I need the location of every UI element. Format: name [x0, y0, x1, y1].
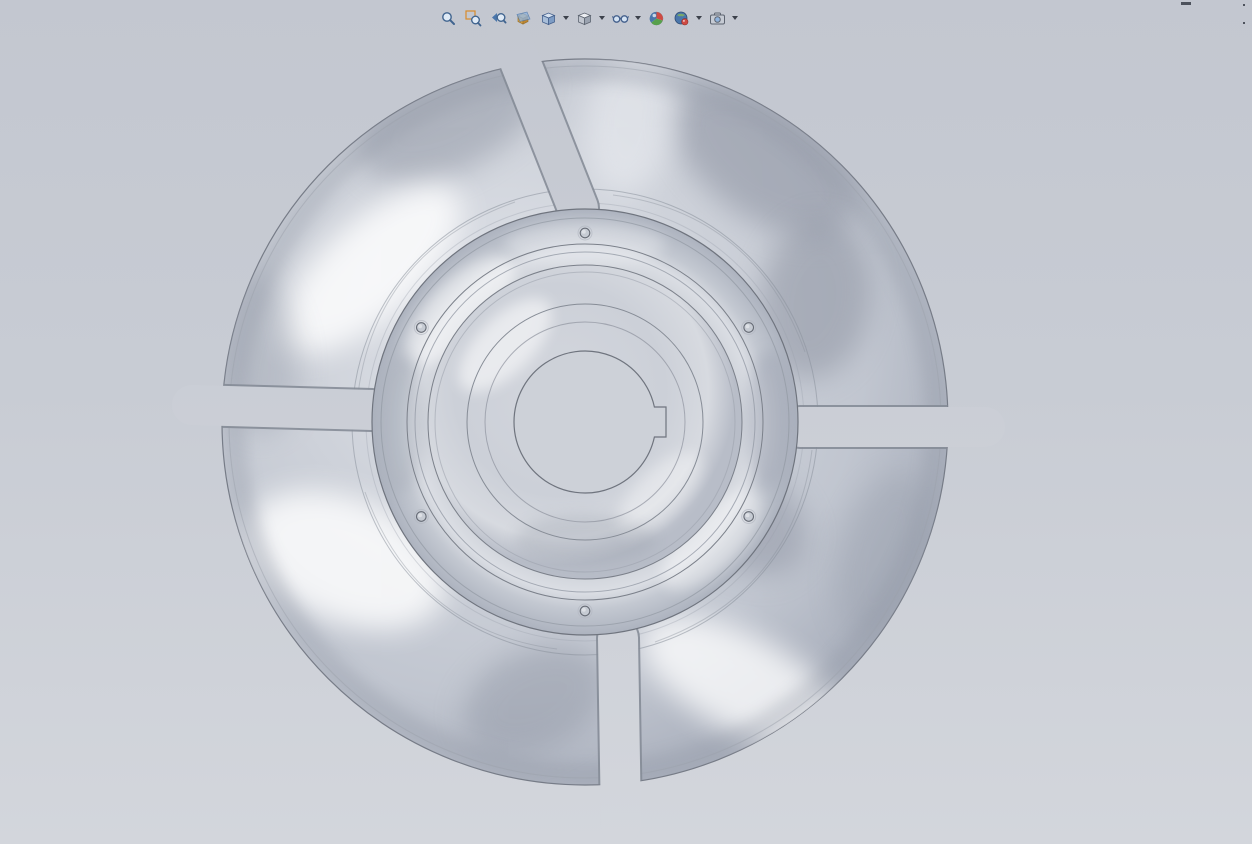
view-settings-button[interactable] [707, 8, 728, 29]
view-orientation-button[interactable] [538, 8, 559, 29]
hide-show-items-icon [612, 10, 629, 27]
view-orientation-dropdown[interactable] [561, 8, 570, 29]
display-style-button[interactable] [574, 8, 595, 29]
viewport-canvas[interactable] [0, 0, 1252, 844]
display-style-dropdown[interactable] [597, 8, 606, 29]
window-control-artifact[interactable] [1243, 4, 1250, 24]
chevron-down-icon [695, 16, 702, 20]
hide-show-items-button[interactable] [610, 8, 631, 29]
section-view-button[interactable] [513, 8, 534, 29]
bolt-hole [741, 320, 757, 335]
window-control-artifact[interactable] [1181, 2, 1191, 5]
bolt-hole [577, 603, 593, 619]
apply-scene-icon [673, 10, 690, 27]
apply-scene-button[interactable] [671, 8, 692, 29]
view-settings-icon [709, 10, 726, 27]
chevron-down-icon [562, 16, 569, 20]
hub [371, 208, 799, 636]
chevron-down-icon [634, 16, 641, 20]
edit-appearance-icon [648, 10, 665, 27]
zoom-to-fit-button[interactable] [438, 8, 459, 29]
zoom-to-fit-icon [440, 10, 457, 27]
hide-show-items-dropdown[interactable] [633, 8, 642, 29]
display-style-icon [576, 10, 593, 27]
view-settings-dropdown[interactable] [730, 8, 739, 29]
heads-up-toolbar [438, 6, 739, 30]
bolt-hole [413, 509, 429, 524]
bolt-hole [741, 509, 757, 524]
previous-view-icon [490, 10, 507, 27]
zoom-to-area-button[interactable] [463, 8, 484, 29]
zoom-to-area-icon [465, 9, 482, 27]
chevron-down-icon [598, 16, 605, 20]
edit-appearance-button[interactable] [646, 8, 667, 29]
apply-scene-dropdown[interactable] [694, 8, 703, 29]
previous-view-button[interactable] [488, 8, 509, 29]
bolt-hole [577, 225, 593, 241]
section-view-icon [515, 10, 532, 27]
view-orientation-icon [540, 10, 557, 27]
chevron-down-icon [731, 16, 738, 20]
bolt-hole [413, 320, 429, 335]
